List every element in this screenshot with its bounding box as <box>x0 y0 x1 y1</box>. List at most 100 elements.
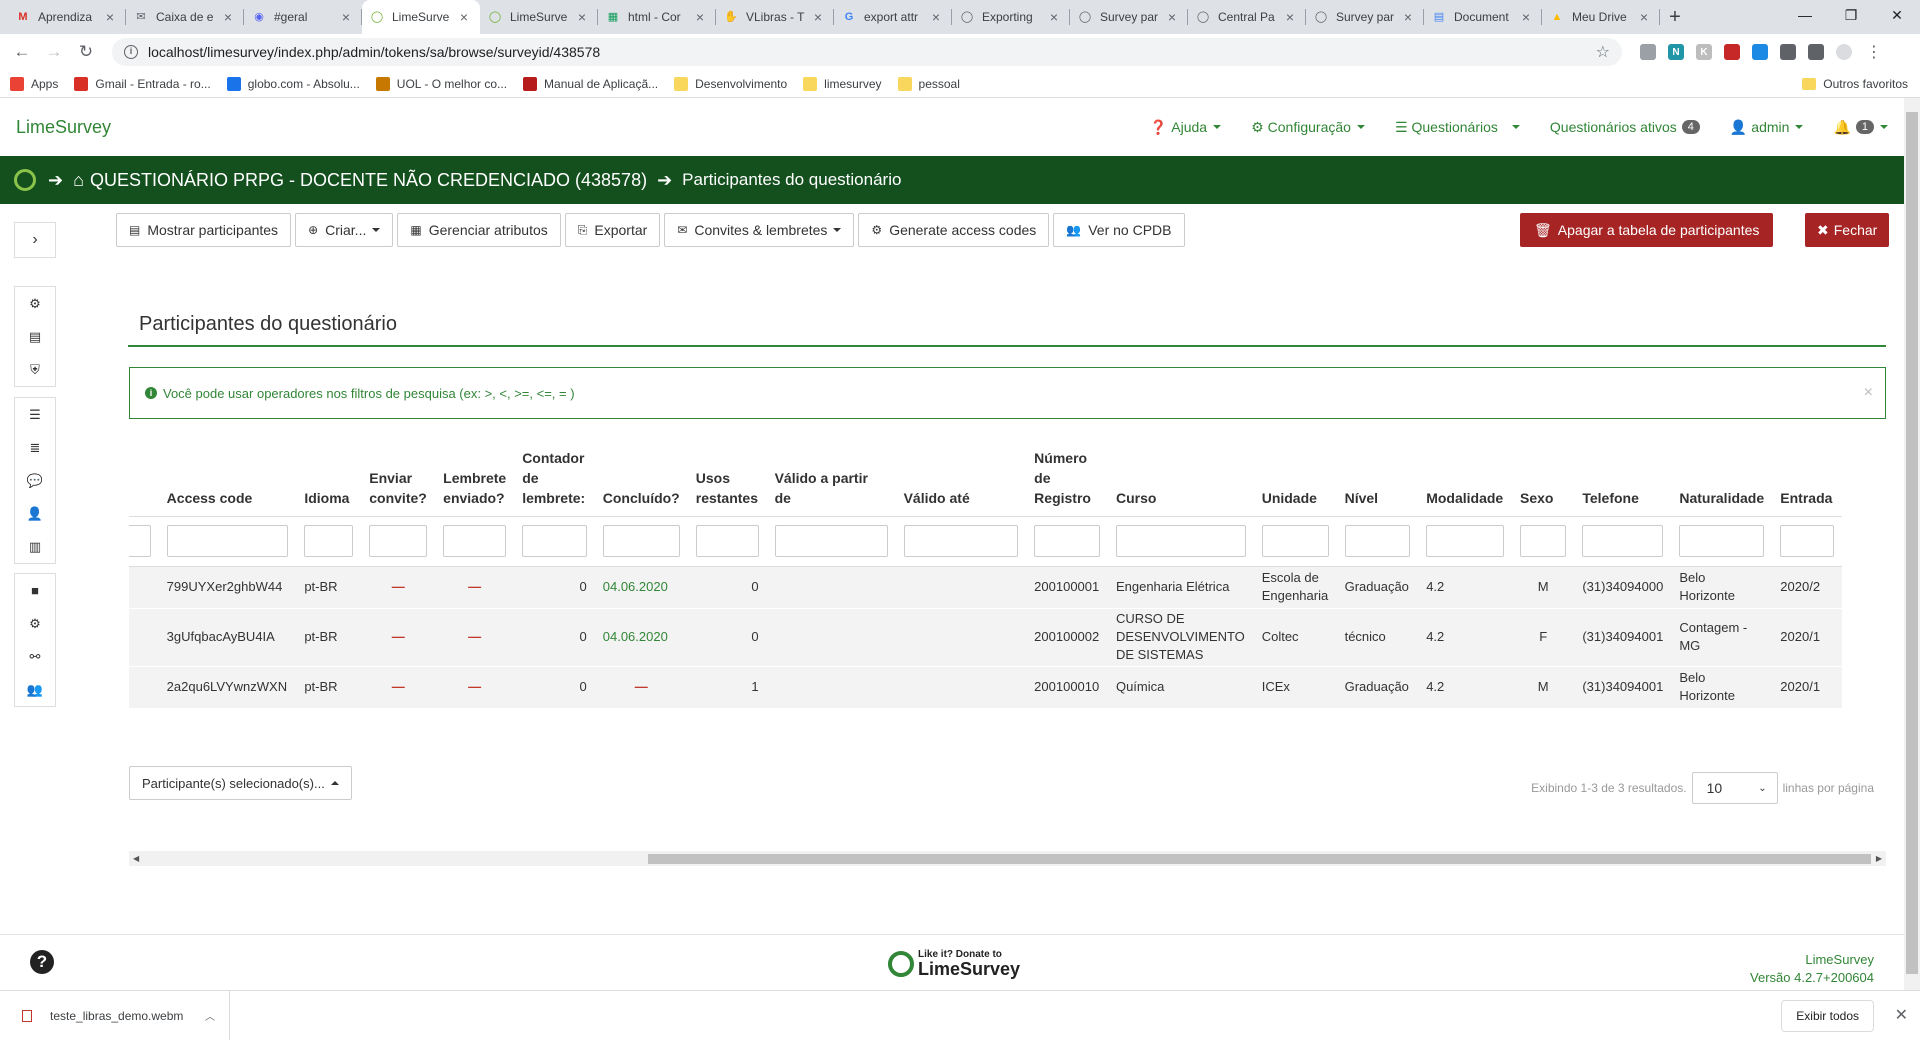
browser-tab[interactable]: ◯ Central Pa × <box>1188 0 1306 34</box>
close-tab-icon[interactable]: × <box>1046 9 1062 25</box>
brand-link[interactable]: LimeSurvey <box>16 117 111 138</box>
bookmark-item[interactable]: globo.com - Absolu... <box>226 76 360 91</box>
document-icon[interactable]: ▤ <box>15 320 55 353</box>
filter-input-unit[interactable] <box>1261 525 1329 557</box>
bookmark-star-icon[interactable]: ☆ <box>1596 42 1610 62</box>
manage-attributes-button[interactable]: ▦ Gerenciar atributos <box>397 213 561 247</box>
active-surveys-link[interactable]: Questionários ativos 4 <box>1550 119 1700 135</box>
browser-tab[interactable]: ✋ VLibras - T × <box>716 0 834 34</box>
bookmark-item[interactable]: Desenvolvimento <box>674 76 787 91</box>
close-window-button[interactable]: ✕ <box>1874 0 1920 30</box>
column-header-registration-number[interactable]: Número de Registro <box>1026 440 1108 517</box>
filter-input-modality[interactable] <box>1426 525 1504 557</box>
close-tab-icon[interactable]: × <box>1164 9 1180 25</box>
column-header-reminder-sent[interactable]: Lembrete enviado? <box>435 440 515 517</box>
selected-participants-button[interactable]: Participante(s) selecionado(s)... <box>129 766 352 800</box>
view-cpdb-button[interactable]: 👥 Ver no CPDB <box>1053 213 1185 247</box>
feather-extension-icon[interactable] <box>1780 44 1796 60</box>
filter-input-birthplace[interactable] <box>1679 525 1765 557</box>
surveys-menu[interactable]: ☰ Questionários <box>1395 119 1520 136</box>
page-scrollbar[interactable] <box>1904 98 1920 990</box>
show-all-downloads-button[interactable]: Exibir todos <box>1781 1000 1874 1032</box>
page-size-select[interactable]: 10 ⌄ <box>1691 772 1778 804</box>
breadcrumb-survey[interactable]: QUESTIONÁRIO PRPG - DOCENTE NÃO CREDENCI… <box>90 170 647 191</box>
column-header-uses-left[interactable]: Usos restantes <box>687 440 767 517</box>
filter-input-registration-number[interactable] <box>1034 525 1100 557</box>
export-button[interactable]: ⎘ Exportar <box>564 213 661 247</box>
maximize-button[interactable]: ❐ <box>1828 0 1874 30</box>
filter-input-access-code[interactable] <box>166 525 289 557</box>
generate-codes-button[interactable]: ⚙ Generate access codes <box>858 213 1050 247</box>
close-tab-icon[interactable]: × <box>220 9 236 25</box>
browser-tab[interactable]: ▤ Document × <box>1424 0 1542 34</box>
shield-icon[interactable]: ⛨ <box>15 353 55 386</box>
browser-tab[interactable]: ◯ LimeSurve × <box>362 0 480 34</box>
back-button[interactable]: ← <box>8 38 36 66</box>
column-header-access-code[interactable]: Access code <box>158 440 297 517</box>
column-header-completed[interactable]: Concluído? <box>594 440 688 517</box>
create-button[interactable]: ⊕ Criar... <box>295 213 394 247</box>
filter-input-send-invite[interactable] <box>369 525 428 557</box>
column-header-level[interactable]: Nível <box>1336 440 1419 517</box>
browser-tab[interactable]: M Aprendiza × <box>8 0 126 34</box>
donate-link[interactable]: Like it? Donate to LimeSurvey <box>888 949 1020 978</box>
bookmark-item[interactable]: Apps <box>10 76 58 91</box>
filter-input-phone[interactable] <box>1582 525 1664 557</box>
close-tab-icon[interactable]: × <box>574 9 590 25</box>
column-header-send-invite[interactable]: Enviar convite? <box>361 440 436 517</box>
profile-avatar-icon[interactable] <box>1836 44 1852 60</box>
column-header-birthplace[interactable]: Naturalidade <box>1671 440 1773 517</box>
table-horizontal-scrollbar[interactable]: ◀ ▶ <box>129 851 1886 866</box>
list-icon[interactable]: ☰ <box>15 398 55 431</box>
column-header-reminder-count[interactable]: Contador de lembrete: <box>514 440 595 517</box>
shield-extension-icon[interactable] <box>1640 44 1656 60</box>
sitemap-icon[interactable]: ⚯ <box>15 640 55 673</box>
column-header-sex[interactable]: Sexo <box>1511 440 1575 517</box>
column-header-course[interactable]: Curso <box>1107 440 1254 517</box>
column-header-valid-until[interactable]: Válido até <box>895 440 1027 517</box>
close-tab-icon[interactable]: × <box>1400 9 1416 25</box>
table-row[interactable]: 799UYXer2ghbW44 pt-BR — — 0 04.06.2020 0 200100… <box>129 566 1842 608</box>
browser-tab[interactable]: ◯ Exporting × <box>952 0 1070 34</box>
user-menu[interactable]: 👤 admin <box>1730 119 1804 136</box>
close-tab-icon[interactable]: × <box>338 9 354 25</box>
expand-sidebar-button[interactable]: › <box>14 222 56 258</box>
settings-cogs-icon[interactable]: ⚙ <box>15 287 55 320</box>
home-icon[interactable]: ⌂ <box>73 170 84 191</box>
bar-chart-icon[interactable]: ▥ <box>15 530 55 563</box>
user-icon[interactable]: 👤 <box>15 497 55 530</box>
filter-input-reminder-count[interactable] <box>522 525 587 557</box>
chevron-up-icon[interactable]: ︿ <box>205 1008 215 1023</box>
close-download-bar-icon[interactable]: ✕ <box>1895 1005 1908 1025</box>
help-icon[interactable]: ? <box>30 950 54 974</box>
camera-extension-icon[interactable] <box>1752 44 1768 60</box>
filter-input-sex[interactable] <box>1519 525 1567 557</box>
close-tab-icon[interactable]: × <box>692 9 708 25</box>
filter-input-status[interactable] <box>129 525 151 557</box>
filter-input-course[interactable] <box>1115 525 1246 557</box>
filter-input-valid-until[interactable] <box>903 525 1019 557</box>
browser-tab[interactable]: ◯ Survey par × <box>1070 0 1188 34</box>
close-tab-icon[interactable]: × <box>1282 9 1298 25</box>
square-icon[interactable]: ■ <box>15 574 55 607</box>
browser-tab[interactable]: ◯ Survey par × <box>1306 0 1424 34</box>
filter-input-reminder-sent[interactable] <box>443 525 507 557</box>
bookmark-item[interactable]: limesurvey <box>803 76 882 91</box>
scroll-right-icon[interactable]: ▶ <box>1876 851 1882 866</box>
column-header-phone[interactable]: Telefone <box>1574 440 1672 517</box>
address-bar[interactable]: i localhost/limesurvey/index.php/admin/t… <box>112 38 1622 66</box>
browser-tab[interactable]: ◉ #geral × <box>244 0 362 34</box>
scrollbar-thumb[interactable] <box>1906 112 1918 974</box>
browser-tab[interactable]: Gexport attr × <box>834 0 952 34</box>
th-list-icon[interactable]: ≣ <box>15 431 55 464</box>
column-header-entry[interactable]: Entrada <box>1772 440 1842 517</box>
column-header-status[interactable]: tuse-l <box>129 440 159 517</box>
show-participants-button[interactable]: ▤ Mostrar participantes <box>116 213 292 247</box>
reload-button[interactable]: ↻ <box>72 38 100 66</box>
bookmark-item[interactable]: pessoal <box>897 76 960 91</box>
minimize-button[interactable]: — <box>1782 0 1828 30</box>
filter-input-uses-left[interactable] <box>695 525 759 557</box>
close-tab-icon[interactable]: × <box>102 9 118 25</box>
bookmark-item[interactable]: Manual de Aplicaçã... <box>523 76 658 91</box>
close-button[interactable]: ✖ Fechar <box>1805 213 1890 247</box>
